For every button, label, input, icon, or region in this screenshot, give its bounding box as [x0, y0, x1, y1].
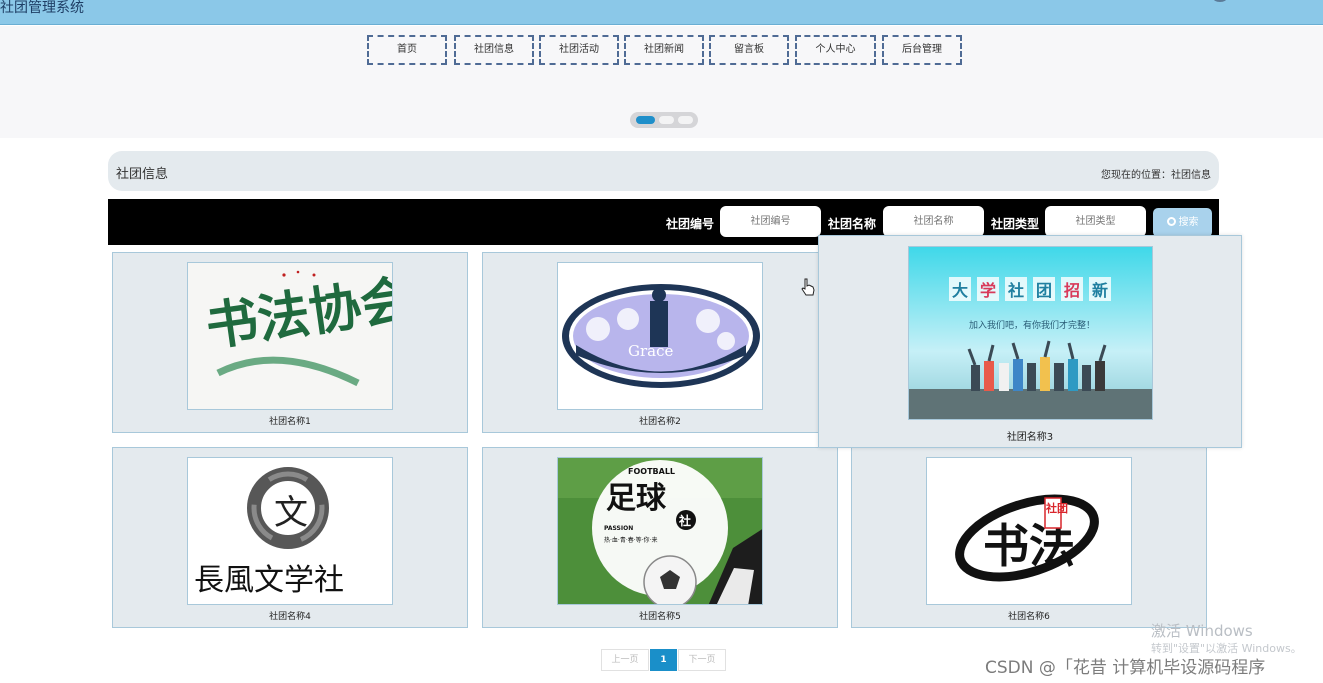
club-image: 文 長風文学社 [187, 457, 393, 605]
section-title: 社团信息 [116, 167, 169, 182]
hand-cursor-icon [801, 278, 815, 296]
club-id-label: 社团编号 [666, 217, 715, 231]
club-type-label: 社团类型 [991, 217, 1040, 231]
club-name: 社团名称1 [269, 417, 311, 427]
club-name: 社团名称4 [269, 612, 311, 622]
club-image-text: 社 [1007, 281, 1024, 300]
csdn-credit: CSDN @「花昔 计算机毕设源码程序 [985, 658, 1266, 678]
nav-area: 首页 社团信息 社团活动 社团新闻 留言板 个人中心 后台管理 [0, 26, 1323, 138]
club-name: 社团名称5 [639, 612, 681, 622]
page-1-button[interactable]: 1 [650, 649, 677, 671]
nav-admin[interactable]: 后台管理 [882, 35, 962, 65]
club-name: 社团名称2 [639, 417, 681, 427]
search-button[interactable]: 搜索 [1153, 208, 1212, 237]
nav-message-board[interactable]: 留言板 [709, 35, 789, 65]
carousel-dot-1[interactable] [636, 116, 655, 124]
club-image: 书法 社团 [926, 457, 1132, 605]
breadcrumb: 您现在的位置：社团信息 [1101, 170, 1211, 181]
section-header: 社团信息 您现在的位置：社团信息 [108, 151, 1219, 191]
prev-page-button[interactable]: 上一页 [601, 649, 649, 671]
search-icon [1166, 217, 1176, 226]
nav-personal-center[interactable]: 个人中心 [795, 35, 876, 65]
club-image: FOOTBALL 足球 社 PASSION 热·血·青·春·等·你·来 [557, 457, 763, 605]
club-image: Grace [557, 262, 763, 410]
club-image-text: Grace [628, 342, 673, 360]
top-header: 社团管理系统 [0, 0, 1323, 25]
carousel-indicator [630, 112, 698, 128]
club-image-text: 新 [1092, 281, 1108, 300]
windows-activation-title: 激活 Windows [1151, 622, 1253, 640]
club-card[interactable]: 书法协会 社团名称1 [112, 252, 468, 433]
carousel-dot-3[interactable] [678, 116, 693, 124]
club-image-text: 热·血·青·春·等·你·来 [604, 536, 657, 544]
club-image-text: PASSION [604, 525, 633, 532]
nav-club-news[interactable]: 社团新闻 [624, 35, 704, 65]
club-name-input[interactable] [883, 206, 984, 237]
club-card[interactable]: 文 長風文学社 社团名称4 [112, 447, 468, 628]
nav-club-activities[interactable]: 社团活动 [539, 35, 619, 65]
club-image-text: 团 [1036, 281, 1052, 300]
header-decoration [1213, 0, 1227, 2]
club-name: 社团名称3 [1006, 432, 1054, 443]
club-image-text: FOOTBALL [628, 467, 675, 476]
club-image-text: 社团 [1045, 501, 1068, 515]
club-image: 书法协会 [187, 262, 393, 410]
club-image-text: 足球 [606, 481, 667, 516]
nav-club-info[interactable]: 社团信息 [454, 35, 534, 65]
carousel-dot-2[interactable] [659, 116, 674, 124]
club-image: 大 学 社 团 招 新 加入我们吧，有你我们才完整！ [908, 246, 1153, 420]
club-card[interactable]: 书法 社团 社团名称6 [851, 447, 1207, 628]
club-card-hovered[interactable]: 大 学 社 团 招 新 加入我们吧，有你我们才完整！ 社团名称3 [818, 235, 1242, 448]
nav-home[interactable]: 首页 [367, 35, 447, 65]
club-id-input[interactable] [720, 206, 821, 237]
club-image-text: 学 [980, 281, 996, 300]
svg-text:文: 文 [274, 493, 308, 533]
club-name-label: 社团名称 [828, 217, 877, 231]
club-image-text: 招 [1064, 281, 1080, 300]
club-card[interactable]: FOOTBALL 足球 社 PASSION 热·血·青·春·等·你·来 社团名称… [482, 447, 838, 628]
club-image-text: 社 [678, 513, 691, 528]
next-page-button[interactable]: 下一页 [678, 649, 726, 671]
club-image-text: 大 [952, 281, 968, 300]
club-type-input[interactable] [1045, 206, 1146, 237]
search-button-label: 搜索 [1178, 217, 1199, 228]
app-title: 社团管理系统 [0, 0, 84, 16]
club-image-text: 長風文学社 [194, 563, 344, 598]
club-card[interactable]: Grace 社团名称2 [482, 252, 838, 433]
club-image-subtitle: 加入我们吧，有你我们才完整！ [969, 319, 1095, 331]
